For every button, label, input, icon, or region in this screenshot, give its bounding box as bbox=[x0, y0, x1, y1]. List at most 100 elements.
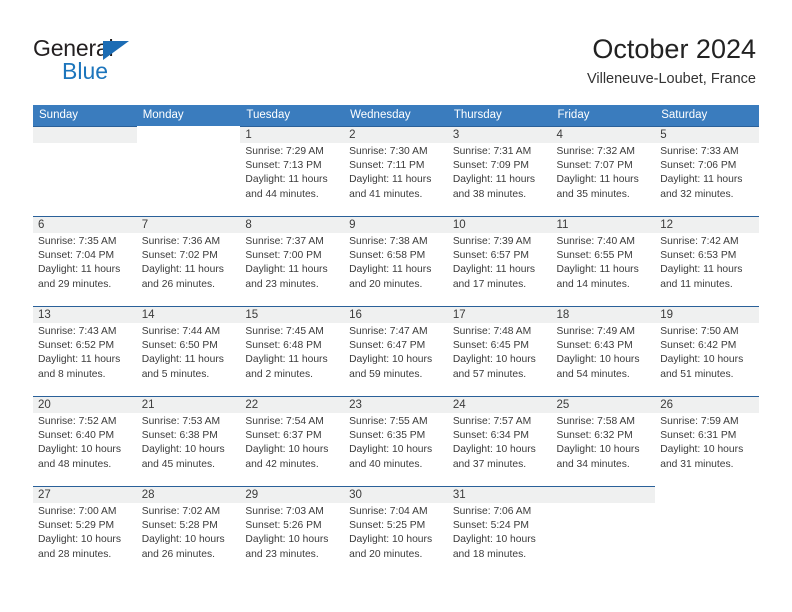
day-number: 15 bbox=[245, 309, 259, 321]
weekday-header-tuesday: Tuesday bbox=[246, 109, 291, 121]
day-number: 12 bbox=[660, 219, 674, 231]
day-number-strip bbox=[33, 216, 137, 233]
calendar-day-cell[interactable]: 27 Sunrise: 7:00 AM Sunset: 5:29 PM Dayligh… bbox=[33, 486, 137, 576]
sunset-text: Sunset: 6:47 PM bbox=[349, 340, 426, 352]
day-number-strip bbox=[33, 126, 137, 143]
sunrise-text: Sunrise: 7:54 AM bbox=[245, 416, 324, 427]
calendar-weeks: 1 Sunrise: 7:29 AM Sunset: 7:13 PM Daylight… bbox=[33, 126, 759, 576]
sunrise-text: Sunrise: 7:00 AM bbox=[38, 506, 117, 517]
weekday-header-sunday: Sunday bbox=[39, 109, 79, 121]
day-number: 30 bbox=[349, 489, 362, 501]
sunrise-text: Sunrise: 7:02 AM bbox=[141, 506, 221, 517]
calendar-day-cell[interactable]: 20 Sunrise: 7:52 AM Sunset: 6:40 PM Dayligh… bbox=[33, 396, 137, 486]
day-number: 4 bbox=[556, 129, 563, 141]
page-subtitle: Villeneuve-Loubet, France bbox=[586, 71, 756, 87]
calendar-day-cell[interactable]: 4 Sunrise: 7:32 AM Sunset: 7:07 PM Daylight… bbox=[551, 126, 656, 216]
day-number: 21 bbox=[141, 399, 155, 411]
day-number: 18 bbox=[556, 309, 570, 321]
calendar-day-cell[interactable]: 30 Sunrise: 7:04 AM Sunset: 5:25 PM Dayligh… bbox=[344, 486, 448, 576]
calendar-day-cell[interactable]: 22 Sunrise: 7:54 AM Sunset: 6:37 PM Dayligh… bbox=[240, 396, 345, 486]
calendar-day-cell[interactable]: 10 Sunrise: 7:39 AM Sunset: 6:57 PM Dayligh… bbox=[447, 216, 552, 306]
daylight-text: Daylight: 10 hours and 51 minutes. bbox=[660, 354, 744, 380]
calendar-day-cell[interactable]: 31 Sunrise: 7:06 AM Sunset: 5:24 PM Dayligh… bbox=[447, 486, 552, 576]
day-number: 6 bbox=[38, 219, 45, 231]
calendar-day-cell[interactable]: 18 Sunrise: 7:49 AM Sunset: 6:43 PM Dayligh… bbox=[551, 306, 656, 396]
sunset-text: Sunset: 7:06 PM bbox=[660, 160, 737, 172]
day-number: 26 bbox=[660, 399, 674, 411]
calendar-day-cell[interactable]: 29 Sunrise: 7:03 AM Sunset: 5:26 PM Dayligh… bbox=[240, 486, 345, 576]
calendar-day-cell[interactable]: 25 Sunrise: 7:58 AM Sunset: 6:32 PM Dayligh… bbox=[551, 396, 656, 486]
day-sun-info: Sunrise: 7:52 AM Sunset: 6:40 PM Daylight:… bbox=[38, 415, 137, 472]
daylight-text: Daylight: 11 hours and 44 minutes. bbox=[245, 174, 328, 200]
sunset-text: Sunset: 6:43 PM bbox=[556, 340, 633, 352]
calendar-week-row: 1 Sunrise: 7:29 AM Sunset: 7:13 PM Daylight… bbox=[33, 126, 759, 216]
daylight-text: Daylight: 10 hours and 18 minutes. bbox=[452, 534, 536, 560]
sunset-text: Sunset: 5:26 PM bbox=[245, 520, 322, 532]
calendar-day-cell[interactable]: 11 Sunrise: 7:40 AM Sunset: 6:55 PM Dayligh… bbox=[551, 216, 656, 306]
calendar-day-cell[interactable]: 26 Sunrise: 7:59 AM Sunset: 6:31 PM Dayligh… bbox=[655, 396, 759, 486]
weekday-header-thursday: Thursday bbox=[453, 109, 502, 121]
sunset-text: Sunset: 6:48 PM bbox=[245, 340, 322, 352]
calendar-day-cell[interactable]: 21 Sunrise: 7:53 AM Sunset: 6:38 PM Dayligh… bbox=[136, 396, 241, 486]
sunset-text: Sunset: 6:38 PM bbox=[141, 430, 218, 442]
daylight-text: Daylight: 11 hours and 2 minutes. bbox=[245, 354, 328, 380]
calendar-day-cell[interactable]: 7 Sunrise: 7:36 AM Sunset: 7:02 PM Daylight… bbox=[136, 216, 241, 306]
sunset-text: Sunset: 7:11 PM bbox=[349, 160, 425, 172]
daylight-text: Daylight: 10 hours and 37 minutes. bbox=[452, 444, 536, 470]
day-number: 11 bbox=[556, 219, 569, 231]
weekday-header-saturday: Saturday bbox=[661, 109, 708, 121]
sunset-text: Sunset: 6:45 PM bbox=[452, 340, 529, 352]
calendar-day-cell[interactable]: 6 Sunrise: 7:35 AM Sunset: 7:04 PM Daylight… bbox=[33, 216, 137, 306]
day-number: 14 bbox=[141, 309, 155, 321]
day-number: 31 bbox=[452, 489, 466, 501]
daylight-text: Daylight: 11 hours and 8 minutes. bbox=[38, 354, 121, 380]
calendar-day-cell[interactable]: 13 Sunrise: 7:43 AM Sunset: 6:52 PM Dayligh… bbox=[33, 306, 137, 396]
calendar-day-cell[interactable]: 2 Sunrise: 7:30 AM Sunset: 7:11 PM Daylight… bbox=[344, 126, 448, 216]
day-sun-info: Sunrise: 7:43 AM Sunset: 6:52 PM Daylight:… bbox=[38, 325, 137, 382]
sunrise-text: Sunrise: 7:33 AM bbox=[660, 146, 739, 157]
day-number-strip bbox=[136, 216, 241, 233]
calendar-day-cell-empty bbox=[551, 486, 656, 576]
day-sun-info: Sunrise: 7:55 AM Sunset: 6:35 PM Daylight:… bbox=[349, 415, 448, 472]
daylight-text: Daylight: 11 hours and 32 minutes. bbox=[660, 174, 743, 200]
sunrise-text: Sunrise: 7:42 AM bbox=[660, 236, 739, 247]
calendar-day-cell[interactable]: 12 Sunrise: 7:42 AM Sunset: 6:53 PM Dayligh… bbox=[655, 216, 759, 306]
sunset-text: Sunset: 7:02 PM bbox=[141, 250, 218, 262]
calendar-day-cell[interactable]: 23 Sunrise: 7:55 AM Sunset: 6:35 PM Dayligh… bbox=[344, 396, 448, 486]
sunset-text: Sunset: 6:35 PM bbox=[349, 430, 426, 442]
calendar-day-cell[interactable]: 15 Sunrise: 7:45 AM Sunset: 6:48 PM Dayligh… bbox=[240, 306, 345, 396]
sunset-text: Sunset: 5:29 PM bbox=[38, 520, 115, 532]
day-number: 2 bbox=[349, 129, 356, 141]
calendar-day-cell[interactable]: 9 Sunrise: 7:38 AM Sunset: 6:58 PM Daylight… bbox=[344, 216, 448, 306]
daylight-text: Daylight: 10 hours and 40 minutes. bbox=[349, 444, 433, 470]
sunrise-text: Sunrise: 7:44 AM bbox=[141, 326, 221, 337]
daylight-text: Daylight: 10 hours and 48 minutes. bbox=[38, 444, 121, 470]
day-number-strip bbox=[344, 216, 448, 233]
sunrise-text: Sunrise: 7:31 AM bbox=[452, 146, 532, 157]
calendar-day-cell[interactable]: 8 Sunrise: 7:37 AM Sunset: 7:00 PM Daylight… bbox=[240, 216, 345, 306]
sunrise-text: Sunrise: 7:50 AM bbox=[660, 326, 739, 337]
calendar-day-cell[interactable]: 14 Sunrise: 7:44 AM Sunset: 6:50 PM Dayligh… bbox=[136, 306, 241, 396]
calendar-day-cell[interactable]: 5 Sunrise: 7:33 AM Sunset: 7:06 PM Daylight… bbox=[655, 126, 759, 216]
calendar-day-cell[interactable]: 17 Sunrise: 7:48 AM Sunset: 6:45 PM Dayligh… bbox=[447, 306, 552, 396]
day-sun-info: Sunrise: 7:04 AM Sunset: 5:25 PM Daylight:… bbox=[349, 505, 448, 562]
daylight-text: Daylight: 10 hours and 57 minutes. bbox=[452, 354, 536, 380]
day-sun-info: Sunrise: 7:47 AM Sunset: 6:47 PM Daylight:… bbox=[349, 325, 448, 382]
title-block: October 2024 Villeneuve-Loubet, France bbox=[587, 33, 756, 88]
calendar-day-cell[interactable]: 24 Sunrise: 7:57 AM Sunset: 6:34 PM Dayligh… bbox=[447, 396, 552, 486]
sunrise-text: Sunrise: 7:59 AM bbox=[660, 416, 739, 427]
daylight-text: Daylight: 11 hours and 35 minutes. bbox=[556, 174, 639, 200]
calendar-day-cell[interactable]: 16 Sunrise: 7:47 AM Sunset: 6:47 PM Dayligh… bbox=[344, 306, 448, 396]
calendar-day-cell[interactable]: 28 Sunrise: 7:02 AM Sunset: 5:28 PM Dayligh… bbox=[136, 486, 241, 576]
sunset-text: Sunset: 7:04 PM bbox=[38, 250, 115, 262]
calendar-day-cell[interactable]: 19 Sunrise: 7:50 AM Sunset: 6:42 PM Dayligh… bbox=[655, 306, 759, 396]
sunset-text: Sunset: 7:07 PM bbox=[556, 160, 633, 172]
daylight-text: Daylight: 10 hours and 31 minutes. bbox=[660, 444, 744, 470]
daylight-text: Daylight: 11 hours and 26 minutes. bbox=[141, 264, 224, 290]
calendar-day-cell[interactable]: 3 Sunrise: 7:31 AM Sunset: 7:09 PM Daylight… bbox=[447, 126, 552, 216]
daylight-text: Daylight: 11 hours and 29 minutes. bbox=[38, 264, 121, 290]
day-sun-info: Sunrise: 7:57 AM Sunset: 6:34 PM Daylight:… bbox=[453, 415, 552, 472]
calendar-day-cell[interactable]: 1 Sunrise: 7:29 AM Sunset: 7:13 PM Daylight… bbox=[240, 126, 345, 216]
day-sun-info: Sunrise: 7:31 AM Sunset: 7:09 PM Daylight:… bbox=[453, 145, 552, 202]
day-sun-info: Sunrise: 7:42 AM Sunset: 6:53 PM Daylight:… bbox=[660, 235, 759, 292]
